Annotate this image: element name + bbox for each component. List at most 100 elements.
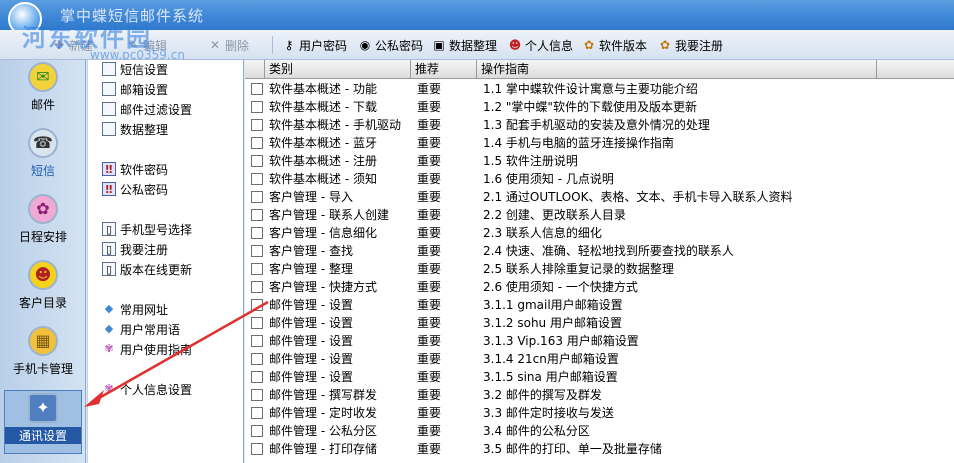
cell-priority: 重要 bbox=[417, 172, 442, 186]
nav-comm-settings[interactable]: ✦ 通讯设置 bbox=[4, 390, 82, 454]
row-checkbox[interactable] bbox=[251, 155, 263, 167]
nav-simcard[interactable]: ▦ 手机卡管理 bbox=[4, 324, 82, 388]
tree-item-mail-filter[interactable]: 邮件过滤设置 bbox=[102, 100, 192, 118]
tree-item-sms-settings[interactable]: 短信设置 bbox=[102, 60, 168, 78]
table-row[interactable]: 邮件管理 - 公私分区 重要 3.4 邮件的公私分区 bbox=[245, 422, 954, 440]
table-row[interactable]: 邮件管理 - 打印存储 重要 3.5 邮件的打印、单一及批量存储 bbox=[245, 440, 954, 458]
tree-item-data-cleanup[interactable]: 数据整理 bbox=[102, 120, 168, 138]
nav-mail[interactable]: ✉ 邮件 bbox=[4, 60, 82, 124]
table-row[interactable]: 邮件管理 - 设置 重要 3.1.5 sina 用户邮箱设置 bbox=[245, 368, 954, 386]
table-row[interactable]: 客户管理 - 整理 重要 2.5 联系人排除重复记录的数据整理 bbox=[245, 260, 954, 278]
gem-icon: ◆ bbox=[104, 322, 114, 335]
header-priority[interactable]: 推荐 bbox=[411, 60, 477, 79]
personal-info-button[interactable]: ☻ 个人信息 bbox=[508, 37, 573, 53]
header-guide[interactable]: 操作指南 bbox=[477, 60, 877, 79]
row-checkbox[interactable] bbox=[251, 317, 263, 329]
row-checkbox[interactable] bbox=[251, 191, 263, 203]
row-checkbox[interactable] bbox=[251, 227, 263, 239]
user-password-label: 用户密码 bbox=[299, 38, 348, 53]
row-checkbox[interactable] bbox=[251, 335, 263, 347]
table-row[interactable]: 邮件管理 - 设置 重要 3.1.3 Vip.163 用户邮箱设置 bbox=[245, 332, 954, 350]
row-checkbox[interactable] bbox=[251, 407, 263, 419]
tree-item-common-urls[interactable]: ◆ 常用网址 bbox=[102, 300, 168, 318]
table-row[interactable]: 软件基本概述 - 蓝牙 重要 1.4 手机与电脑的蓝牙连接操作指南 bbox=[245, 134, 954, 152]
left-nav: ✉ 邮件 ☎ 短信 ✿ 日程安排 ☻ 客户目录 ▦ 手机卡管理 ✦ 通讯设置 bbox=[0, 60, 86, 463]
row-checkbox[interactable] bbox=[251, 371, 263, 383]
user-password-button[interactable]: ⚷ 用户密码 bbox=[282, 37, 347, 53]
tree-item-phone-model[interactable]: ▯ 手机型号选择 bbox=[102, 220, 192, 238]
row-checkbox[interactable] bbox=[251, 119, 263, 131]
tree-item-mailbox-settings[interactable]: 邮箱设置 bbox=[102, 80, 168, 98]
row-checkbox[interactable] bbox=[251, 101, 263, 113]
cell-priority: 重要 bbox=[417, 388, 442, 402]
cell-guide: 1.2 "掌中蝶"软件的下载使用及版本更新 bbox=[483, 100, 697, 114]
private-password-button[interactable]: ◉ 公私密码 bbox=[358, 37, 423, 53]
tree-item-software-password[interactable]: ‼ 软件密码 bbox=[102, 160, 168, 178]
table-row[interactable]: 邮件管理 - 设置 重要 3.1.1 gmail用户邮箱设置 bbox=[245, 296, 954, 314]
row-checkbox[interactable] bbox=[251, 425, 263, 437]
nav-schedule[interactable]: ✿ 日程安排 bbox=[4, 192, 82, 256]
row-checkbox[interactable] bbox=[251, 389, 263, 401]
nav-sms[interactable]: ☎ 短信 bbox=[4, 126, 82, 190]
row-checkbox[interactable] bbox=[251, 353, 263, 365]
row-checkbox[interactable] bbox=[251, 299, 263, 311]
table-row[interactable]: 软件基本概述 - 手机驱动 重要 1.3 配套手机驱动的安装及意外情况的处理 bbox=[245, 116, 954, 134]
cell-guide: 3.1.5 sina 用户邮箱设置 bbox=[483, 370, 618, 384]
cell-category: 软件基本概述 - 功能 bbox=[269, 82, 377, 96]
delete-icon: ✕ bbox=[209, 38, 221, 52]
phone-doc-icon: ▯ bbox=[102, 222, 116, 236]
table-row[interactable]: 邮件管理 - 定时收发 重要 3.3 邮件定时接收与发送 bbox=[245, 404, 954, 422]
cell-priority: 重要 bbox=[417, 82, 442, 96]
personal-info-label: 个人信息 bbox=[525, 38, 574, 53]
row-checkbox[interactable] bbox=[251, 263, 263, 275]
nav-contacts[interactable]: ☻ 客户目录 bbox=[4, 258, 82, 322]
tree-item-private-password[interactable]: ‼ 公私密码 bbox=[102, 180, 168, 198]
table-row[interactable]: 软件基本概述 - 注册 重要 1.5 软件注册说明 bbox=[245, 152, 954, 170]
tree-item-user-guide[interactable]: ✾ 用户使用指南 bbox=[102, 340, 192, 358]
tree-item-personal-info[interactable]: ✾ 个人信息设置 bbox=[102, 380, 192, 398]
monitor-icon: ▣ bbox=[433, 38, 445, 52]
row-checkbox[interactable] bbox=[251, 245, 263, 257]
row-checkbox[interactable] bbox=[251, 443, 263, 455]
nav-mail-label: 邮件 bbox=[30, 98, 55, 112]
table-row[interactable]: 邮件管理 - 撰写群发 重要 3.2 邮件的撰写及群发 bbox=[245, 386, 954, 404]
row-checkbox[interactable] bbox=[251, 209, 263, 221]
delete-button[interactable]: ✕ 删除 bbox=[208, 37, 249, 53]
tree-item-common-phrases[interactable]: ◆ 用户常用语 bbox=[102, 320, 180, 338]
tree-item-label: 数据整理 bbox=[120, 122, 169, 137]
table-row[interactable]: 客户管理 - 查找 重要 2.4 快速、准确、轻松地找到所要查找的联系人 bbox=[245, 242, 954, 260]
table-row[interactable]: 邮件管理 - 设置 重要 3.1.2 sohu 用户邮箱设置 bbox=[245, 314, 954, 332]
table-row[interactable]: 邮件管理 - 设置 重要 3.1.4 21cn用户邮箱设置 bbox=[245, 350, 954, 368]
header-category[interactable]: 类别 bbox=[265, 60, 411, 79]
phone-doc-icon: ▯ bbox=[102, 242, 116, 256]
cell-category: 软件基本概述 - 须知 bbox=[269, 172, 377, 186]
row-checkbox[interactable] bbox=[251, 137, 263, 149]
cell-priority: 重要 bbox=[417, 208, 442, 222]
tree-item-register[interactable]: ▯ 我要注册 bbox=[102, 240, 168, 258]
cell-category: 客户管理 - 联系人创建 bbox=[269, 208, 389, 222]
table-row[interactable]: 软件基本概述 - 须知 重要 1.6 使用须知 - 几点说明 bbox=[245, 170, 954, 188]
table-row[interactable]: 软件基本概述 - 功能 重要 1.1 掌中蝶软件设计寓意与主要功能介绍 bbox=[245, 80, 954, 98]
table-row[interactable]: 客户管理 - 信息细化 重要 2.3 联系人信息的细化 bbox=[245, 224, 954, 242]
cell-category: 邮件管理 - 打印存储 bbox=[269, 442, 377, 456]
table-row[interactable]: 客户管理 - 联系人创建 重要 2.2 创建、更改联系人目录 bbox=[245, 206, 954, 224]
tree-item-online-update[interactable]: ▯ 版本在线更新 bbox=[102, 260, 192, 278]
software-version-button[interactable]: ✿ 软件版本 bbox=[582, 37, 647, 53]
row-checkbox[interactable] bbox=[251, 281, 263, 293]
register-button[interactable]: ✿ 我要注册 bbox=[658, 37, 723, 53]
cell-guide: 3.3 邮件定时接收与发送 bbox=[483, 406, 614, 420]
cell-category: 软件基本概述 - 蓝牙 bbox=[269, 136, 377, 150]
cell-guide: 1.3 配套手机驱动的安装及意外情况的处理 bbox=[483, 118, 710, 132]
cell-priority: 重要 bbox=[417, 298, 442, 312]
cell-priority: 重要 bbox=[417, 406, 442, 420]
data-cleanup-button[interactable]: ▣ 数据整理 bbox=[432, 37, 497, 53]
table-header: 类别 推荐 操作指南 bbox=[245, 60, 954, 79]
table-row[interactable]: 客户管理 - 导入 重要 2.1 通过OUTLOOK、表格、文本、手机卡导入联系人资… bbox=[245, 188, 954, 206]
row-checkbox[interactable] bbox=[251, 173, 263, 185]
cell-guide: 3.1.4 21cn用户邮箱设置 bbox=[483, 352, 619, 366]
private-password-label: 公私密码 bbox=[375, 38, 424, 53]
table-row[interactable]: 软件基本概述 - 下载 重要 1.2 "掌中蝶"软件的下载使用及版本更新 bbox=[245, 98, 954, 116]
row-checkbox[interactable] bbox=[251, 83, 263, 95]
cell-priority: 重要 bbox=[417, 280, 442, 294]
table-row[interactable]: 客户管理 - 快捷方式 重要 2.6 使用须知 - 一个快捷方式 bbox=[245, 278, 954, 296]
